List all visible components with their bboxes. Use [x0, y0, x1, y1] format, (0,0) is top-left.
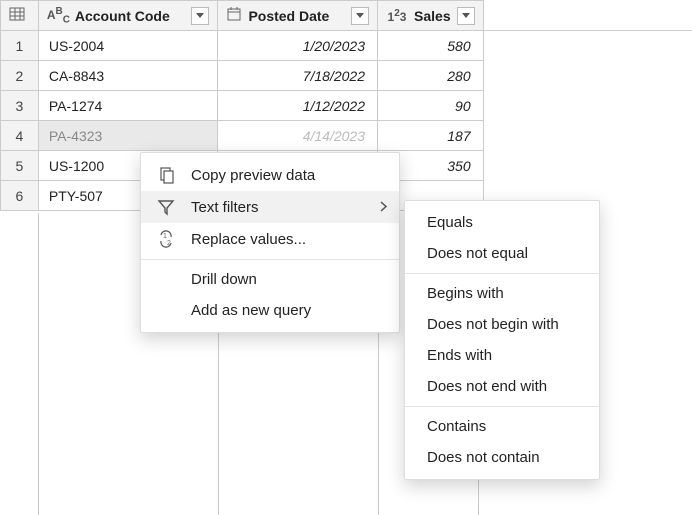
column-header-date[interactable]: Posted Date — [218, 1, 378, 31]
funnel-icon — [155, 198, 177, 216]
row-number: 2 — [1, 61, 39, 91]
row-number: 6 — [1, 181, 39, 211]
menu-label: Drill down — [191, 271, 257, 288]
cell-sales[interactable]: 187 — [378, 121, 484, 151]
menu-label: Begins with — [427, 285, 504, 302]
menu-separator — [405, 273, 599, 274]
menu-item-drill-down[interactable]: Drill down — [141, 264, 399, 295]
cell-account[interactable]: PA-1274 — [38, 91, 218, 121]
menu-label: Replace values... — [191, 231, 306, 248]
row-number: 5 — [1, 151, 39, 181]
svg-text:1: 1 — [163, 233, 167, 240]
table-row[interactable]: 2 CA-8843 7/18/2022 280 — [1, 61, 692, 91]
corner-cell[interactable] — [1, 1, 39, 31]
cell-date[interactable]: 1/12/2022 — [218, 91, 378, 121]
column-label: Account Code — [75, 8, 186, 24]
cell-sales[interactable]: 580 — [378, 31, 484, 61]
menu-item-text-filters[interactable]: Text filters — [141, 191, 399, 223]
column-header-sales[interactable]: 123 Sales — [378, 1, 484, 31]
menu-label: Ends with — [427, 347, 492, 364]
column-header-account[interactable]: ABC Account Code — [38, 1, 218, 31]
chevron-right-icon — [380, 199, 387, 216]
filter-does-not-contain[interactable]: Does not contain — [405, 442, 599, 473]
cell-account[interactable]: CA-8843 — [38, 61, 218, 91]
cell-sales[interactable]: 90 — [378, 91, 484, 121]
filter-begins-with[interactable]: Begins with — [405, 278, 599, 309]
row-number: 4 — [1, 121, 39, 151]
menu-label: Copy preview data — [191, 167, 315, 184]
context-menu: Copy preview data Text filters 12 Replac… — [140, 152, 400, 333]
table-row[interactable]: 1 US-2004 1/20/2023 580 — [1, 31, 692, 61]
filter-does-not-begin-with[interactable]: Does not begin with — [405, 309, 599, 340]
cell-date[interactable]: 1/20/2023 — [218, 31, 378, 61]
menu-item-replace-values[interactable]: 12 Replace values... — [141, 223, 399, 255]
replace-icon: 12 — [155, 230, 177, 248]
calendar-icon — [226, 6, 242, 25]
row-number: 3 — [1, 91, 39, 121]
row-number: 1 — [1, 31, 39, 61]
filter-does-not-equal[interactable]: Does not equal — [405, 238, 599, 269]
column-label: Sales — [414, 8, 451, 24]
filter-dropdown-button[interactable] — [351, 7, 369, 25]
svg-text:2: 2 — [167, 240, 171, 247]
menu-item-add-as-new-query[interactable]: Add as new query — [141, 295, 399, 326]
text-filters-submenu: Equals Does not equal Begins with Does n… — [404, 200, 600, 480]
cell-account[interactable]: US-2004 — [38, 31, 218, 61]
text-type-icon: ABC — [47, 6, 69, 25]
menu-label: Add as new query — [191, 302, 311, 319]
filter-does-not-end-with[interactable]: Does not end with — [405, 371, 599, 402]
menu-label: Does not end with — [427, 378, 547, 395]
cell-account[interactable]: PA-4323 — [38, 121, 218, 151]
number-type-icon: 123 — [386, 8, 408, 24]
gridline — [38, 213, 39, 515]
menu-separator — [141, 259, 399, 260]
copy-icon — [155, 166, 177, 184]
menu-label: Does not equal — [427, 245, 528, 262]
table-row[interactable]: 3 PA-1274 1/12/2022 90 — [1, 91, 692, 121]
menu-label: Text filters — [191, 199, 259, 216]
filter-dropdown-button[interactable] — [191, 7, 209, 25]
cell-date[interactable]: 4/14/2023 — [218, 121, 378, 151]
column-label: Posted Date — [248, 8, 345, 24]
table-icon — [9, 8, 25, 24]
filter-contains[interactable]: Contains — [405, 411, 599, 442]
menu-label: Does not contain — [427, 449, 540, 466]
filter-ends-with[interactable]: Ends with — [405, 340, 599, 371]
filter-equals[interactable]: Equals — [405, 207, 599, 238]
cell-date[interactable]: 7/18/2022 — [218, 61, 378, 91]
menu-item-copy-preview[interactable]: Copy preview data — [141, 159, 399, 191]
menu-label: Equals — [427, 214, 473, 231]
cell-sales[interactable]: 280 — [378, 61, 484, 91]
menu-label: Contains — [427, 418, 486, 435]
spacer — [483, 1, 692, 31]
menu-separator — [405, 406, 599, 407]
table-row[interactable]: 4 PA-4323 4/14/2023 187 — [1, 121, 692, 151]
filter-dropdown-button[interactable] — [457, 7, 475, 25]
menu-label: Does not begin with — [427, 316, 559, 333]
